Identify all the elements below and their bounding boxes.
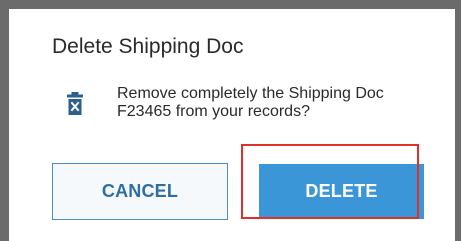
delete-button[interactable]: DELETE: [259, 164, 424, 219]
cancel-button[interactable]: CANCEL: [52, 163, 228, 220]
dialog-title: Delete Shipping Doc: [52, 35, 244, 58]
dialog-message: Remove completely the Shipping Doc F2346…: [117, 85, 384, 121]
message-line-1: Remove completely the Shipping Doc: [117, 85, 384, 102]
message-line-2: F23465 from your records?: [117, 103, 310, 120]
delete-dialog: Delete Shipping Doc Remove completely th…: [9, 9, 455, 241]
trash-x-icon: [67, 92, 83, 116]
